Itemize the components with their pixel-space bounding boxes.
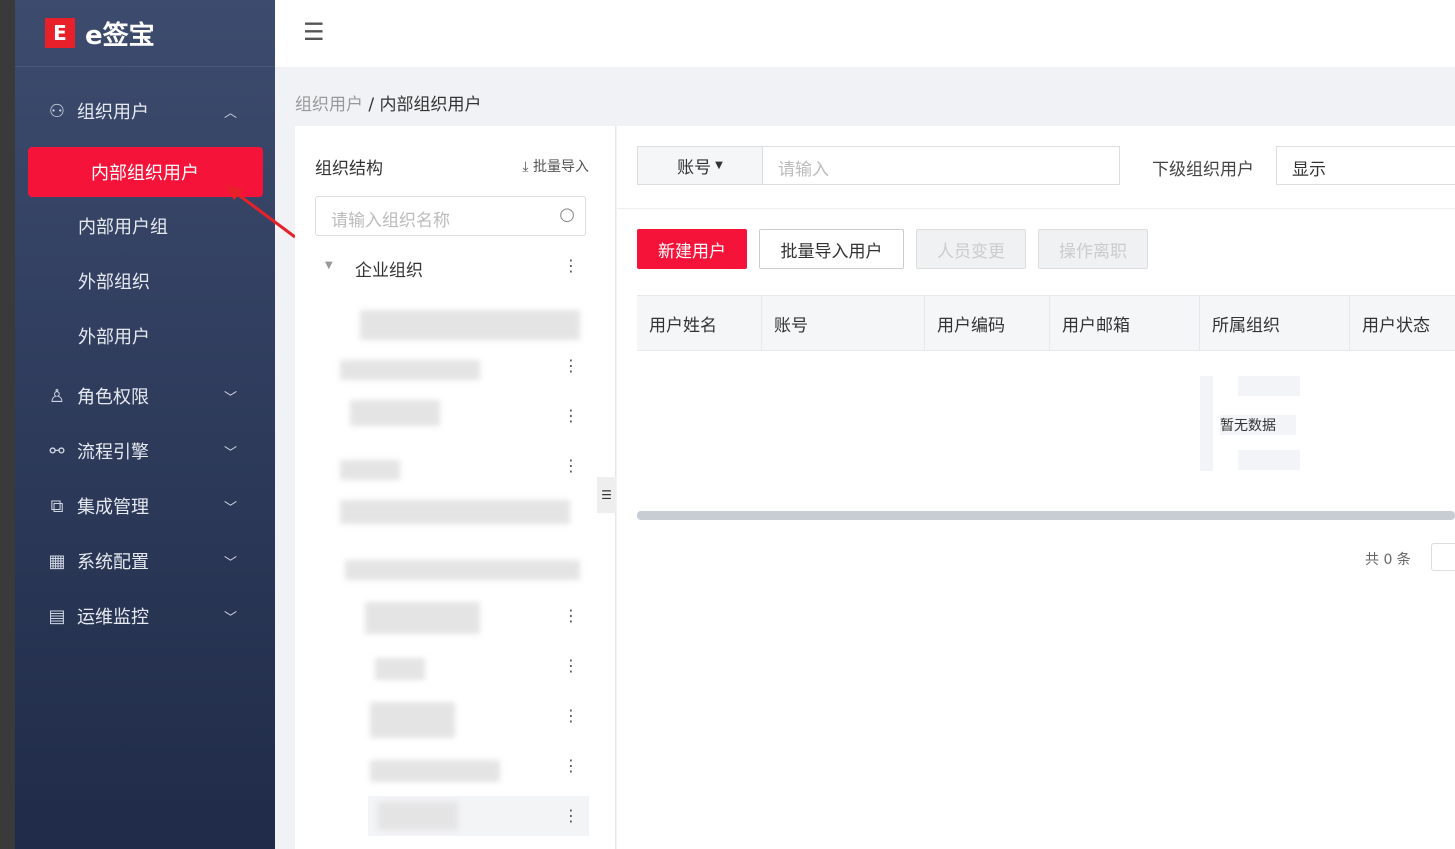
column-header: 账号 bbox=[762, 295, 925, 351]
flow-icon: ⚯ bbox=[49, 440, 65, 462]
sidebar-item-monitor[interactable]: ▤ 运维监控 ﹀ bbox=[15, 591, 275, 641]
more-icon[interactable]: ⋮ bbox=[563, 706, 579, 725]
tree-title: 组织结构 bbox=[315, 159, 383, 179]
caret-down-icon: ▼ bbox=[715, 160, 723, 171]
breadcrumb: 组织用户 / 内部组织用户 bbox=[295, 90, 482, 115]
tree-node-blurred[interactable] bbox=[370, 760, 500, 782]
batch-import-users-button[interactable]: 批量导入用户 bbox=[759, 229, 904, 269]
tree-node-blurred[interactable] bbox=[345, 560, 580, 580]
download-icon: ⤓ bbox=[522, 159, 533, 175]
more-icon[interactable]: ⋮ bbox=[563, 356, 579, 375]
chevron-up-icon: ︿ bbox=[223, 105, 237, 121]
sidebar-item-system[interactable]: ▦ 系统配置 ﹀ bbox=[15, 536, 275, 586]
sidebar: Ee签宝 ⚇ 组织用户 ︿ 内部组织用户 内部用户组 外部组织 外部用户 ♙ 角色权限… bbox=[15, 0, 275, 849]
divider bbox=[617, 208, 1455, 209]
sidebar-item-roles[interactable]: ♙ 角色权限 ﹀ bbox=[15, 371, 275, 421]
column-header: 所属组织 bbox=[1200, 295, 1350, 351]
caret-down-icon[interactable]: ▼ bbox=[325, 260, 333, 271]
logo[interactable]: Ee签宝 bbox=[15, 0, 275, 67]
menu-fold-icon[interactable]: ☰ bbox=[303, 18, 325, 46]
sub-org-label: 下级组织用户 bbox=[1152, 160, 1254, 180]
search-input[interactable]: 请输入 bbox=[762, 146, 1120, 185]
empty-text: 暂无数据 bbox=[1220, 415, 1296, 435]
chevron-down-icon: ﹀ bbox=[223, 500, 237, 516]
horizontal-scrollbar[interactable] bbox=[637, 511, 1455, 520]
more-icon[interactable]: ⋮ bbox=[563, 256, 579, 275]
column-header: 用户编码 bbox=[925, 295, 1050, 351]
tree-node-blurred[interactable] bbox=[365, 602, 480, 634]
monitor-icon: ▤ bbox=[48, 605, 66, 627]
grid-icon: ▦ bbox=[48, 550, 66, 572]
pagination-total: 共 0 条 bbox=[1365, 552, 1411, 568]
left-window-strip bbox=[0, 0, 15, 849]
tree-root-node[interactable]: 企业组织 bbox=[355, 256, 423, 281]
breadcrumb-sep: / bbox=[363, 95, 380, 115]
tree-node-blurred[interactable] bbox=[360, 310, 580, 340]
batch-import-link[interactable]: ⤓ 批量导入 bbox=[522, 156, 589, 176]
resign-button[interactable]: 操作离职 bbox=[1038, 229, 1148, 269]
column-header: 用户状态 bbox=[1350, 295, 1455, 351]
sidebar-item-org-users[interactable]: ⚇ 组织用户 ︿ bbox=[15, 86, 275, 136]
more-icon[interactable]: ⋮ bbox=[563, 456, 579, 475]
users-icon: ⚇ bbox=[48, 100, 66, 122]
sidebar-item-integration[interactable]: ⧉ 集成管理 ﹀ bbox=[15, 481, 275, 531]
org-search-input[interactable]: 请输入组织名称 ○ bbox=[315, 196, 586, 236]
user-icon: ♙ bbox=[48, 385, 66, 407]
main-panel: 账号 ▼ 请输入 下级组织用户 显示 新建用户 批量导入用户 人员变更 操作离职 … bbox=[617, 126, 1455, 849]
sidebar-item-flow[interactable]: ⚯ 流程引擎 ﹀ bbox=[15, 426, 275, 476]
sidebar-item-external-orgs[interactable]: 外部组织 bbox=[15, 256, 275, 306]
page-size-select[interactable] bbox=[1431, 543, 1455, 571]
tree-node-blurred[interactable] bbox=[370, 702, 455, 738]
chevron-down-icon: ﹀ bbox=[223, 610, 237, 626]
new-user-button[interactable]: 新建用户 bbox=[637, 229, 747, 269]
search-icon[interactable]: ○ bbox=[559, 204, 575, 225]
integration-icon: ⧉ bbox=[50, 495, 64, 517]
chevron-down-icon: ﹀ bbox=[223, 390, 237, 406]
tree-node-blurred[interactable] bbox=[340, 360, 480, 380]
empty-illustration bbox=[1238, 376, 1300, 396]
more-icon[interactable]: ⋮ bbox=[563, 806, 579, 825]
org-tree-panel: 组织结构 ⤓ 批量导入 请输入组织名称 ○ ▼ 企业组织 ⋮ ⋮ ⋮ ⋮ ⋮ ⋮ … bbox=[295, 126, 616, 849]
more-icon[interactable]: ⋮ bbox=[563, 756, 579, 775]
tree-node-selected[interactable] bbox=[368, 796, 589, 836]
tree-node-blurred[interactable] bbox=[340, 460, 400, 480]
collapse-tree-handle[interactable]: ☰ bbox=[597, 477, 616, 513]
column-header: 用户邮箱 bbox=[1050, 295, 1200, 351]
annotation-arrow bbox=[226, 185, 296, 239]
personnel-change-button[interactable]: 人员变更 bbox=[916, 229, 1026, 269]
breadcrumb-current: 内部组织用户 bbox=[379, 95, 482, 115]
tree-node-blurred[interactable] bbox=[375, 658, 425, 680]
chevron-down-icon: ﹀ bbox=[223, 445, 237, 461]
more-icon[interactable]: ⋮ bbox=[563, 606, 579, 625]
sub-org-select[interactable]: 显示 bbox=[1276, 146, 1455, 185]
tree-node-blurred[interactable] bbox=[340, 500, 570, 524]
more-icon[interactable]: ⋮ bbox=[563, 406, 579, 425]
header: ☰ bbox=[275, 0, 1455, 67]
sidebar-item-external-users[interactable]: 外部用户 bbox=[15, 311, 275, 361]
tree-node-blurred[interactable] bbox=[350, 400, 440, 426]
chevron-down-icon: ﹀ bbox=[223, 555, 237, 571]
breadcrumb-parent[interactable]: 组织用户 bbox=[295, 95, 363, 115]
field-select[interactable]: 账号 ▼ bbox=[637, 146, 763, 185]
empty-illustration bbox=[1200, 376, 1213, 471]
empty-illustration bbox=[1238, 450, 1300, 470]
more-icon[interactable]: ⋮ bbox=[563, 656, 579, 675]
column-header: 用户姓名 bbox=[637, 295, 762, 351]
